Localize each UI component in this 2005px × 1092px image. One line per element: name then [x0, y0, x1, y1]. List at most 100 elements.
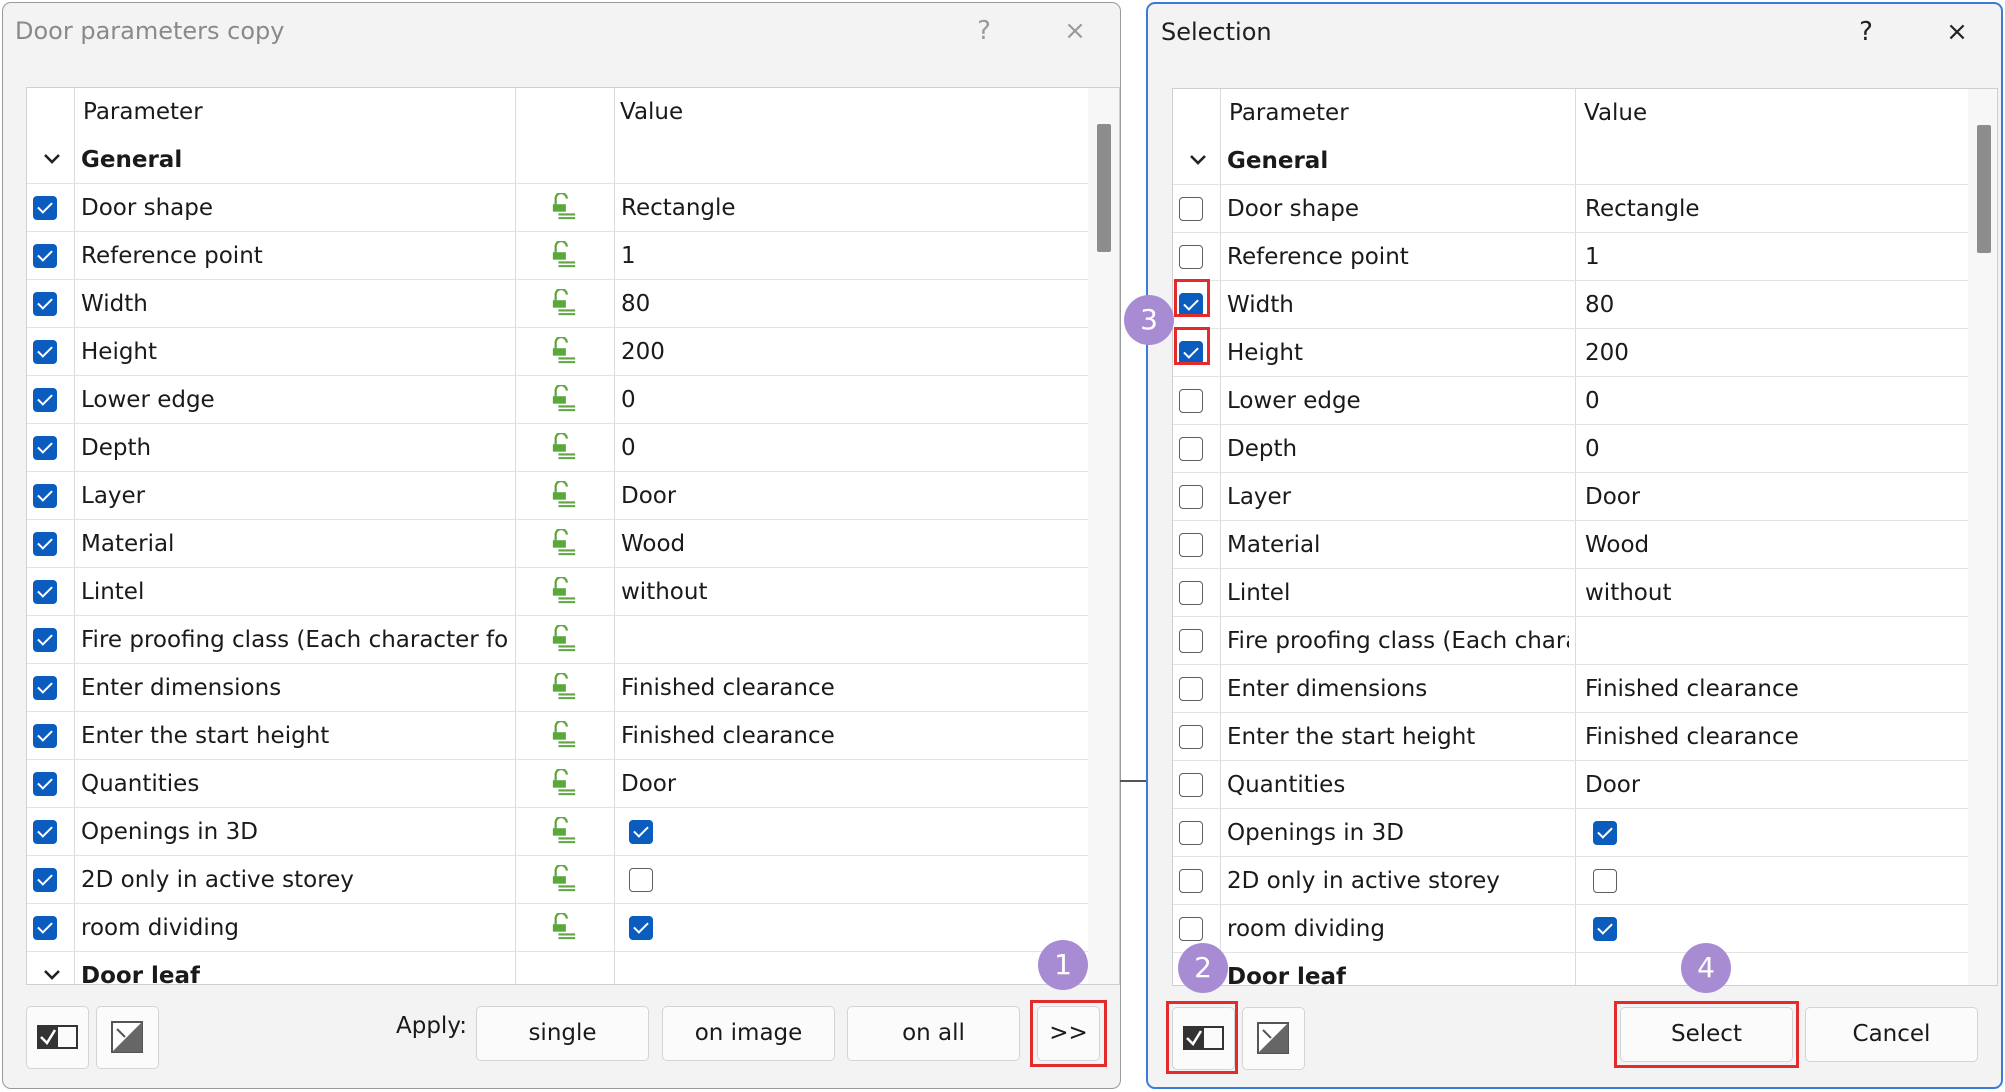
table-row[interactable]: Enter the start height Finished clearance	[1173, 713, 1968, 761]
row-select-checkbox[interactable]	[33, 772, 57, 796]
parameter-value[interactable]: 0	[1585, 377, 1600, 424]
table-row[interactable]: Quantities Door	[27, 760, 1088, 808]
unlock-icon[interactable]	[551, 817, 577, 845]
parameter-value[interactable]: Wood	[1585, 521, 1649, 568]
parameter-value[interactable]: Finished clearance	[1585, 713, 1799, 760]
parameter-value[interactable]: Finished clearance	[621, 664, 835, 711]
invert-selection-button[interactable]	[96, 1006, 159, 1069]
row-select-checkbox[interactable]	[33, 196, 57, 220]
row-select-checkbox[interactable]	[33, 340, 57, 364]
row-select-checkbox[interactable]	[33, 580, 57, 604]
unlock-icon[interactable]	[551, 433, 577, 461]
vertical-scrollbar[interactable]	[1088, 88, 1119, 984]
chevron-down-icon[interactable]	[41, 964, 63, 985]
parameter-value[interactable]: Door	[1585, 473, 1640, 520]
row-select-checkbox[interactable]	[1179, 581, 1203, 605]
toggle-all-checkboxes-button[interactable]	[1172, 1007, 1235, 1070]
table-row[interactable]: Height 200	[27, 328, 1088, 376]
expand-selection-button[interactable]: >>	[1037, 1006, 1100, 1061]
row-select-checkbox[interactable]	[1179, 389, 1203, 413]
table-row[interactable]: Fire proofing class (Each character foll…	[27, 616, 1088, 664]
group-row-general[interactable]: General	[27, 136, 1088, 184]
table-row[interactable]: Enter dimensions Finished clearance	[1173, 665, 1968, 713]
row-select-checkbox[interactable]	[33, 868, 57, 892]
parameter-value[interactable]: Finished clearance	[1585, 665, 1799, 712]
parameter-value[interactable]: 0	[1585, 425, 1600, 472]
row-select-checkbox[interactable]	[1179, 629, 1203, 653]
apply-single-button[interactable]: single	[476, 1006, 649, 1061]
help-button[interactable]: ?	[966, 13, 1002, 49]
table-row[interactable]: Width 80	[27, 280, 1088, 328]
parameter-value[interactable]: Door	[621, 760, 676, 807]
row-select-checkbox[interactable]	[33, 916, 57, 940]
parameter-value[interactable]: 80	[621, 280, 650, 327]
row-select-checkbox[interactable]	[1179, 293, 1203, 317]
table-row[interactable]: Reference point 1	[27, 232, 1088, 280]
parameter-value[interactable]: 80	[1585, 281, 1614, 328]
invert-selection-button[interactable]	[1242, 1007, 1305, 1070]
table-row[interactable]: Lower edge 0	[1173, 377, 1968, 425]
chevron-down-icon[interactable]	[1187, 149, 1209, 171]
group-row-door-leaf[interactable]: Door leaf	[1173, 953, 1968, 985]
unlock-icon[interactable]	[551, 385, 577, 413]
table-row[interactable]: Depth 0	[27, 424, 1088, 472]
row-select-checkbox[interactable]	[1179, 197, 1203, 221]
unlock-icon[interactable]	[551, 241, 577, 269]
table-row[interactable]: Door shape Rectangle	[1173, 185, 1968, 233]
row-select-checkbox[interactable]	[1179, 245, 1203, 269]
row-select-checkbox[interactable]	[33, 244, 57, 268]
row-select-checkbox[interactable]	[33, 292, 57, 316]
parameter-value[interactable]: 1	[1585, 233, 1600, 280]
unlock-icon[interactable]	[551, 769, 577, 797]
value-checkbox[interactable]	[629, 868, 653, 892]
group-row-general[interactable]: General	[1173, 137, 1968, 185]
row-select-checkbox[interactable]	[33, 724, 57, 748]
parameter-value[interactable]: 1	[621, 232, 636, 279]
row-select-checkbox[interactable]	[1179, 869, 1203, 893]
table-row[interactable]: room dividing	[1173, 905, 1968, 953]
row-select-checkbox[interactable]	[1179, 917, 1203, 941]
table-row[interactable]: Openings in 3D	[27, 808, 1088, 856]
table-row[interactable]: Lintel without	[1173, 569, 1968, 617]
table-row[interactable]: Door shape Rectangle	[27, 184, 1088, 232]
parameter-value[interactable]: Finished clearance	[621, 712, 835, 759]
close-button[interactable]: ×	[1057, 13, 1093, 49]
toggle-all-checkboxes-button[interactable]	[26, 1006, 89, 1069]
unlock-icon[interactable]	[551, 721, 577, 749]
scrollbar-thumb[interactable]	[1097, 124, 1111, 252]
row-select-checkbox[interactable]	[33, 532, 57, 556]
apply-on-all-button[interactable]: on all	[847, 1006, 1020, 1061]
parameter-value[interactable]: without	[1585, 569, 1671, 616]
close-button[interactable]: ×	[1939, 14, 1975, 50]
unlock-icon[interactable]	[551, 289, 577, 317]
apply-on-image-button[interactable]: on image	[662, 1006, 835, 1061]
unlock-icon[interactable]	[551, 529, 577, 557]
table-row[interactable]: Enter the start height Finished clearance	[27, 712, 1088, 760]
row-select-checkbox[interactable]	[1179, 533, 1203, 557]
table-row[interactable]: Fire proofing class (Each charact...	[1173, 617, 1968, 665]
table-row[interactable]: Depth 0	[1173, 425, 1968, 473]
table-row[interactable]: 2D only in active storey	[1173, 857, 1968, 905]
value-checkbox[interactable]	[629, 820, 653, 844]
table-row[interactable]: Material Wood	[27, 520, 1088, 568]
parameter-value[interactable]: 0	[621, 424, 636, 471]
row-select-checkbox[interactable]	[1179, 341, 1203, 365]
unlock-icon[interactable]	[551, 673, 577, 701]
unlock-icon[interactable]	[551, 193, 577, 221]
value-checkbox[interactable]	[1593, 917, 1617, 941]
row-select-checkbox[interactable]	[1179, 437, 1203, 461]
unlock-icon[interactable]	[551, 913, 577, 941]
value-checkbox[interactable]	[629, 916, 653, 940]
parameter-value[interactable]: Door	[621, 472, 676, 519]
table-row[interactable]: Height 200	[1173, 329, 1968, 377]
table-row[interactable]: Openings in 3D	[1173, 809, 1968, 857]
row-select-checkbox[interactable]	[33, 628, 57, 652]
chevron-down-icon[interactable]	[41, 148, 63, 170]
table-row[interactable]: Material Wood	[1173, 521, 1968, 569]
scrollbar-thumb[interactable]	[1977, 125, 1991, 253]
table-row[interactable]: Enter dimensions Finished clearance	[27, 664, 1088, 712]
parameter-value[interactable]: Rectangle	[621, 184, 736, 231]
select-button[interactable]: Select	[1620, 1007, 1793, 1062]
row-select-checkbox[interactable]	[33, 820, 57, 844]
row-select-checkbox[interactable]	[1179, 725, 1203, 749]
